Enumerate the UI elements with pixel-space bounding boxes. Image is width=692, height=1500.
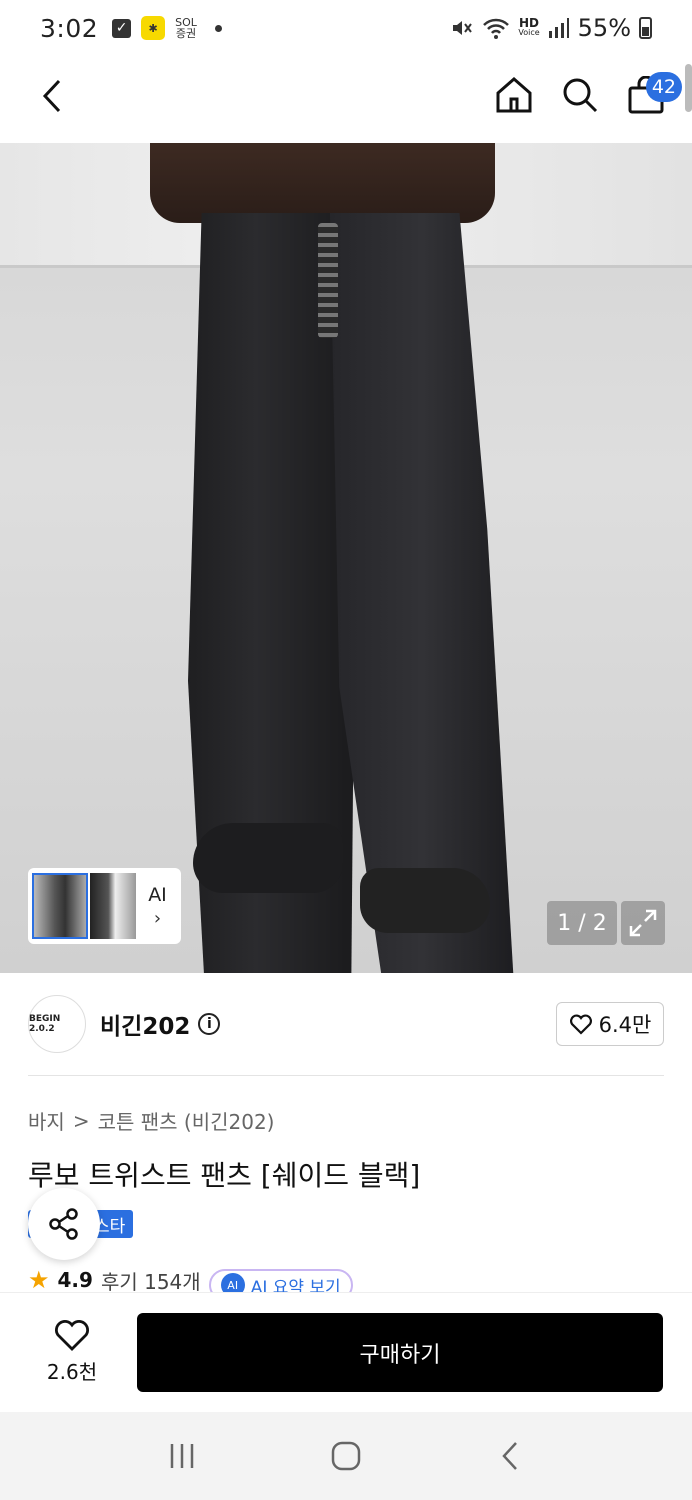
wifi-icon — [483, 18, 510, 39]
checkbox-notification-icon: ✓ — [112, 18, 132, 38]
ai-summary-button[interactable]: AI AI 요약 보기 — [208, 1269, 353, 1293]
thumbnail-image — [32, 873, 88, 939]
voice-label: Voice — [518, 28, 540, 37]
rating-row: ★ 4.9 후기 154개 AI AI 요약 보기 — [28, 1268, 353, 1292]
status-right: HD Voice 55% — [450, 14, 652, 42]
sol-notification-icon: SOL 증권 — [175, 17, 197, 39]
favorite-count: 2.6천 — [46, 1359, 98, 1384]
rating-score: 4.9 — [57, 1268, 93, 1292]
pants-right-leg — [330, 213, 515, 973]
back-nav-icon — [502, 1442, 517, 1470]
search-button[interactable] — [558, 70, 602, 120]
status-time: 3:02 — [40, 13, 99, 43]
expand-button[interactable] — [621, 901, 665, 945]
jacket-shape — [150, 143, 495, 223]
mute-icon — [453, 21, 473, 35]
review-count[interactable]: 후기 154개 — [101, 1268, 201, 1293]
heart-icon — [569, 1014, 592, 1035]
breadcrumb: 바지 > 코튼 팬츠 (비긴202) — [28, 1106, 274, 1135]
app-header: 42 — [0, 56, 692, 142]
home-button[interactable] — [492, 70, 536, 120]
brand-like-button[interactable]: 6.4만 — [556, 1002, 664, 1046]
breadcrumb-subcategory[interactable]: 코튼 팬츠 (비긴202) — [98, 1106, 275, 1135]
search-icon — [563, 78, 598, 113]
home-nav-button[interactable] — [316, 1426, 376, 1486]
hd-label: HD — [519, 16, 540, 30]
header-actions: 42 — [492, 70, 682, 120]
ai-label: AI — [148, 883, 167, 906]
thumbnail-image — [90, 873, 136, 939]
cart-button[interactable]: 42 — [624, 70, 682, 120]
brand-row: BEGIN 2.0.2 비긴202 i 6.4만 — [28, 994, 664, 1054]
buy-button[interactable]: 구매하기 — [137, 1313, 663, 1392]
ai-icon: AI — [220, 1273, 245, 1292]
product-title: 루보 트위스트 팬츠 [쉐이드 블랙] — [28, 1159, 421, 1192]
page-counter: 1 / 2 — [547, 901, 617, 945]
share-icon — [49, 1208, 78, 1240]
product-image-gallery[interactable]: AI › 1 / 2 — [0, 143, 692, 973]
divider — [28, 1075, 664, 1076]
app-notification-icon: ✱ — [141, 16, 166, 40]
info-icon[interactable]: i — [198, 1013, 221, 1035]
system-nav-bar — [0, 1412, 692, 1500]
ai-thumbnail-button[interactable]: AI › — [28, 868, 181, 944]
recent-apps-button[interactable] — [152, 1426, 212, 1486]
bottom-action-bar: 2.6천 구매하기 — [0, 1292, 692, 1412]
star-icon: ★ — [28, 1268, 50, 1292]
brand-logo[interactable]: BEGIN 2.0.2 — [28, 995, 86, 1053]
signal-icon — [548, 18, 569, 38]
hd-voice-icon: HD Voice — [518, 16, 540, 38]
home-circle-icon — [331, 1441, 361, 1471]
expand-icon — [629, 909, 657, 937]
ai-summary-label: AI 요약 보기 — [250, 1277, 341, 1293]
home-icon — [496, 77, 532, 113]
chevron-right-icon: › — [153, 907, 162, 929]
back-icon — [42, 79, 61, 113]
studded-belt — [318, 223, 338, 338]
recent-apps-icon — [170, 1444, 194, 1468]
cart-count-badge: 42 — [645, 72, 682, 102]
back-button[interactable] — [30, 74, 74, 118]
status-bar: 3:02 ✓ ✱ SOL 증권 HD Voice 55% — [0, 0, 692, 56]
battery-percent: 55% — [577, 14, 631, 42]
brand-like-count: 6.4만 — [598, 1013, 652, 1037]
favorite-button[interactable]: 2.6천 — [28, 1317, 116, 1385]
brand-name[interactable]: 비긴202 — [100, 1007, 190, 1041]
heart-icon — [55, 1319, 89, 1351]
scrollbar[interactable] — [685, 64, 692, 112]
battery-icon — [639, 17, 652, 39]
ai-label-group: AI › — [138, 884, 177, 929]
thumbnail-strip — [32, 873, 138, 939]
status-left: 3:02 ✓ ✱ SOL 증권 — [40, 14, 222, 43]
back-nav-button[interactable] — [480, 1426, 540, 1486]
shoe-left — [193, 823, 343, 893]
sol-sub-label: 증권 — [175, 27, 197, 40]
breadcrumb-separator: > — [72, 1108, 90, 1133]
more-notifications-dot-icon — [214, 24, 222, 32]
breadcrumb-category[interactable]: 바지 — [28, 1106, 65, 1135]
share-button[interactable] — [28, 1188, 100, 1260]
shoe-right — [360, 868, 490, 933]
